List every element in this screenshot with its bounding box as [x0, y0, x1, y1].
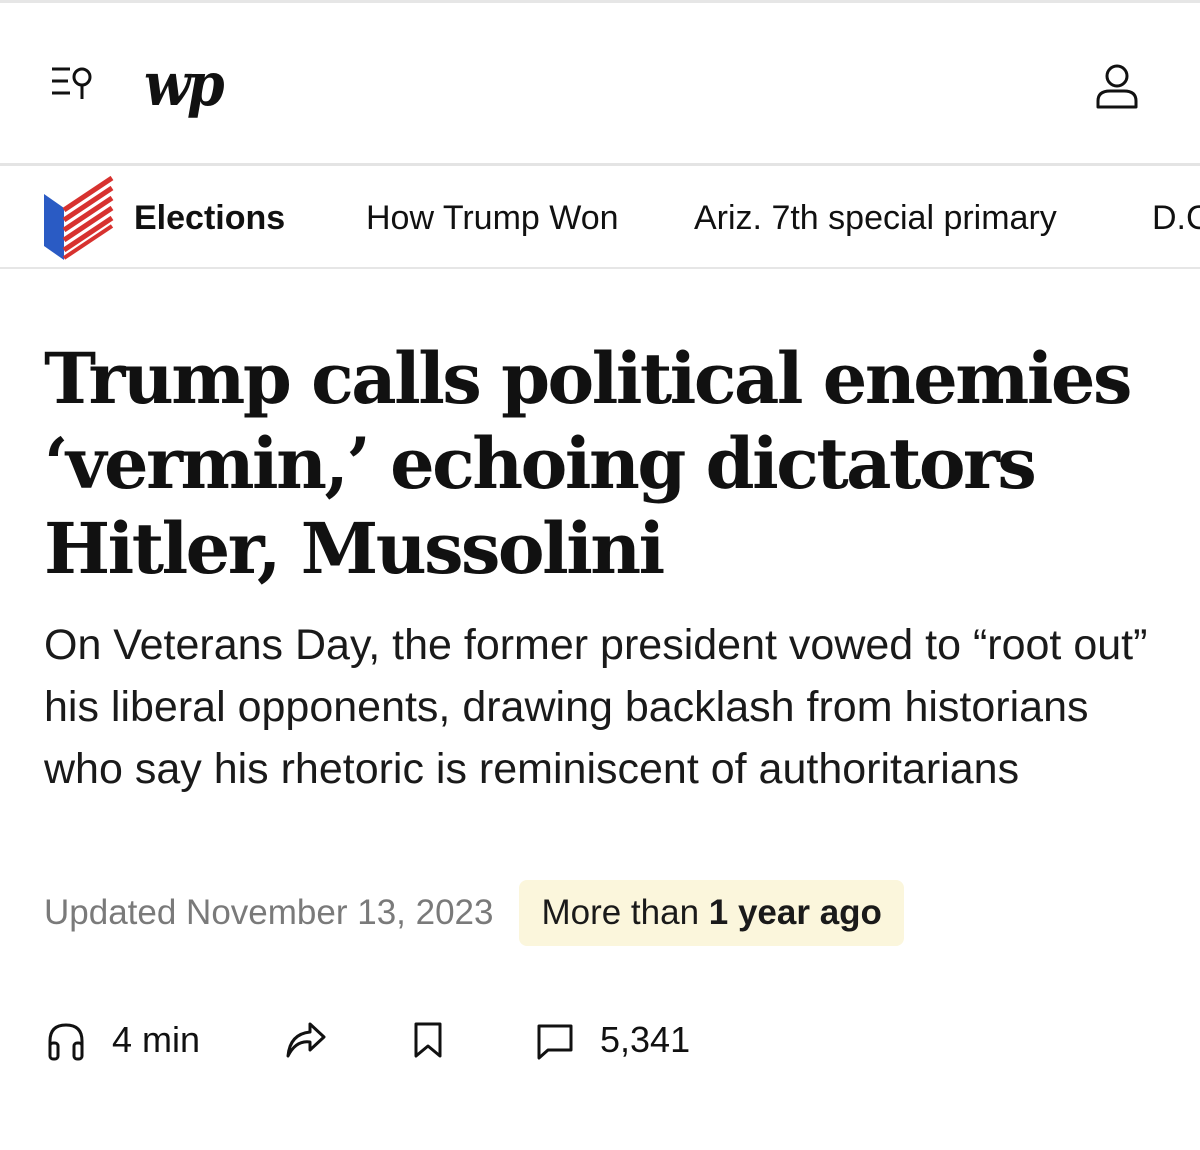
- article-headline: Trump calls political enemies ‘vermin,’ …: [44, 337, 1132, 590]
- wp-logo[interactable]: wp: [144, 45, 225, 125]
- menu-search-icon[interactable]: [48, 63, 96, 107]
- article-actions: 4 min 5,341: [44, 1008, 764, 1072]
- age-badge-emphasis: 1 year ago: [708, 893, 882, 932]
- headphones-icon: [44, 1017, 88, 1063]
- listen-duration: 4 min: [112, 1019, 201, 1060]
- share-icon: [282, 1018, 328, 1062]
- article-meta: Updated November 13, 2023 More than 1 ye…: [44, 880, 904, 946]
- site-header: wp: [0, 3, 1200, 165]
- nav-item-how-trump-won[interactable]: How Trump Won: [366, 196, 619, 240]
- nav-item-elections[interactable]: Elections: [134, 196, 285, 240]
- updated-date: Updated November 13, 2023: [44, 893, 494, 932]
- nav-item-ariz-7th-special-primary[interactable]: Ariz. 7th special primary: [694, 196, 1057, 240]
- comments-button[interactable]: 5,341: [534, 1008, 690, 1072]
- comment-count: 5,341: [600, 1019, 691, 1060]
- article-dek: On Veterans Day, the former president vo…: [44, 621, 1148, 793]
- age-badge: More than 1 year ago: [519, 880, 904, 946]
- comment-icon: [534, 1018, 576, 1062]
- section-nav: Elections How Trump Won Ariz. 7th specia…: [0, 166, 1200, 268]
- listen-button[interactable]: 4 min: [44, 1008, 200, 1072]
- user-icon[interactable]: [1094, 63, 1140, 109]
- nav-item-dc[interactable]: D.C: [1152, 196, 1200, 240]
- elections-flag-icon: [42, 172, 114, 262]
- save-button[interactable]: [410, 1008, 446, 1072]
- share-button[interactable]: [282, 1008, 328, 1072]
- bookmark-icon: [410, 1018, 446, 1062]
- age-badge-prefix: More than: [541, 893, 709, 932]
- nav-divider: [0, 267, 1200, 269]
